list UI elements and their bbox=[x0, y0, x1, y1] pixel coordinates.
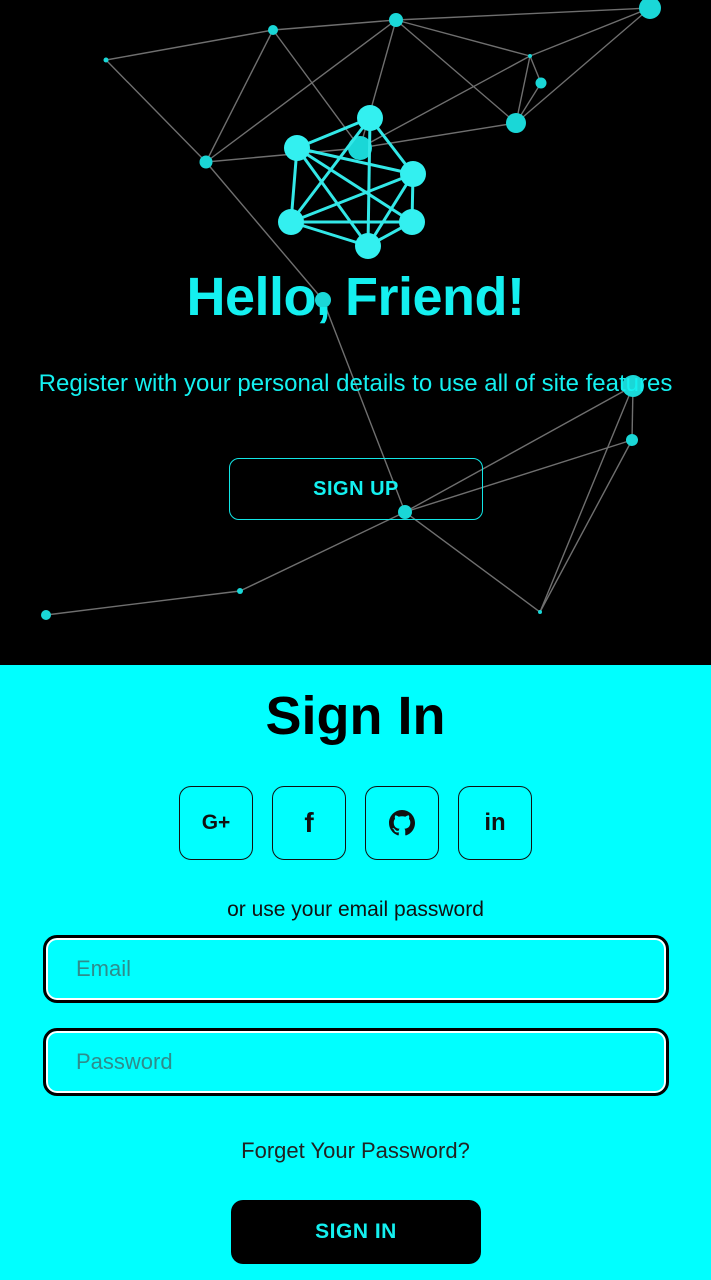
email-field-wrapper bbox=[43, 935, 669, 1003]
google-plus-icon: G+ bbox=[201, 811, 231, 834]
sign-in-button[interactable]: SIGN IN bbox=[231, 1200, 481, 1264]
facebook-icon: f bbox=[304, 807, 314, 838]
google-plus-button[interactable]: G+ bbox=[179, 786, 253, 860]
hero-title: Hello, Friend! bbox=[186, 267, 525, 327]
linkedin-icon: in bbox=[484, 809, 506, 836]
sign-in-title: Sign In bbox=[265, 686, 446, 746]
forgot-password-link[interactable]: Forget Your Password? bbox=[0, 1137, 711, 1165]
sign-up-button[interactable]: SIGN UP bbox=[229, 458, 483, 520]
hero-panel: Hello, Friend! Register with your person… bbox=[0, 0, 711, 665]
sign-in-panel: Sign In G+ f in or use your email passwo… bbox=[0, 665, 711, 1280]
email-input[interactable] bbox=[74, 955, 666, 983]
github-button[interactable] bbox=[365, 786, 439, 860]
linkedin-button[interactable]: in bbox=[458, 786, 532, 860]
password-input[interactable] bbox=[74, 1048, 666, 1076]
network-logo-icon bbox=[278, 105, 426, 259]
alt-login-text: or use your email password bbox=[227, 898, 484, 921]
hero-subtitle: Register with your personal details to u… bbox=[38, 370, 673, 397]
github-icon bbox=[389, 810, 415, 836]
password-field-wrapper bbox=[43, 1028, 669, 1096]
facebook-button[interactable]: f bbox=[272, 786, 346, 860]
